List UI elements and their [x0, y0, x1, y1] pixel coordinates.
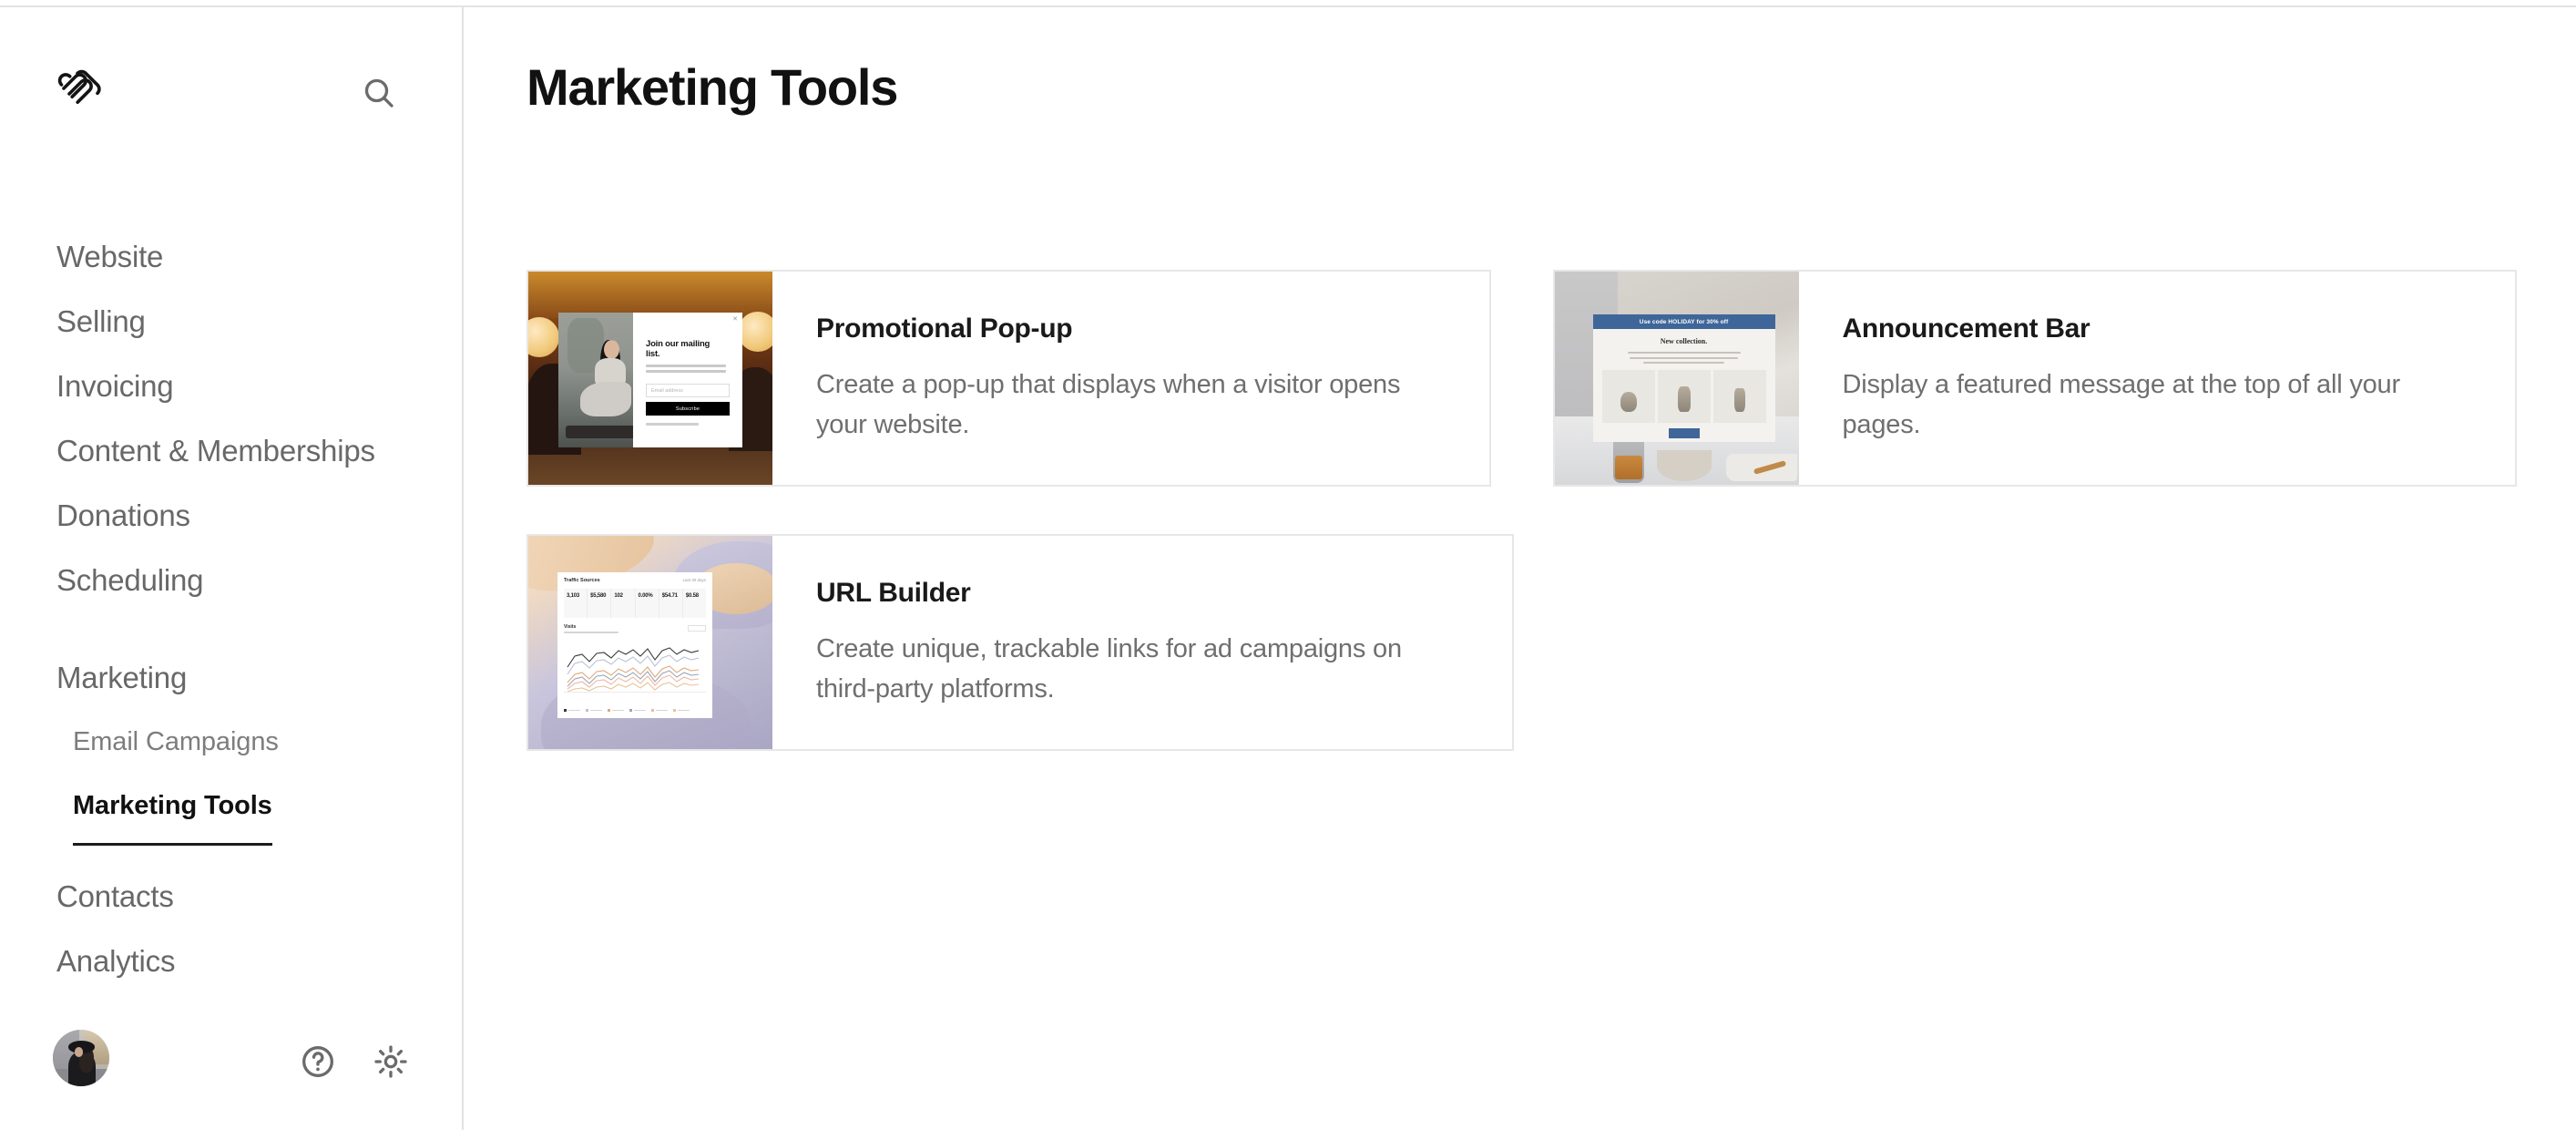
tool-card-title: Announcement Bar — [1842, 313, 2090, 344]
analytics-preview-dropdown — [688, 625, 706, 632]
stat-cell: 0.00% — [636, 589, 659, 618]
avatar[interactable] — [53, 1030, 109, 1086]
sidebar-item-email-campaigns[interactable]: Email Campaigns — [0, 710, 462, 774]
product-tile — [1712, 370, 1766, 423]
sidebar-item-marketing-tools[interactable]: Marketing Tools — [0, 774, 462, 846]
stat-value: 102 — [614, 593, 623, 599]
url-builder-thumbnail: Traffic Sources Last 30 days 3,103 $5,58… — [528, 536, 772, 749]
announcement-bar-thumbnail: Use code HOLIDAY for 30% off New collect… — [1554, 272, 1799, 485]
tool-card-url-builder[interactable]: Traffic Sources Last 30 days 3,103 $5,58… — [526, 534, 1514, 751]
tool-card-title: Promotional Pop-up — [816, 313, 1073, 344]
stat-cell: 3,103 — [564, 589, 588, 618]
tool-card-body: URL Builder Create unique, trackable lin… — [772, 536, 1512, 749]
sidebar-item-content-memberships[interactable]: Content & Memberships — [0, 418, 462, 483]
tool-card-description: Create a pop-up that displays when a vis… — [816, 370, 1401, 439]
gear-icon[interactable] — [364, 1035, 417, 1088]
product-tile — [1601, 370, 1655, 423]
sidebar: Website Selling Invoicing Content & Memb… — [0, 7, 464, 1130]
sidebar-header — [0, 7, 462, 117]
announcement-preview-product-grid — [1601, 370, 1766, 423]
tool-card-announcement-bar[interactable]: Use code HOLIDAY for 30% off New collect… — [1552, 270, 2517, 487]
stat-cell: $54.71 — [659, 589, 683, 618]
stat-cell: $5,580 — [588, 589, 612, 618]
stat-cell: $0.58 — [683, 589, 706, 618]
tool-card-row: Traffic Sources Last 30 days 3,103 $5,58… — [526, 534, 2517, 751]
page-title: Marketing Tools — [526, 58, 898, 116]
analytics-preview-range: Last 30 days — [682, 578, 706, 582]
squarespace-logo-icon[interactable] — [56, 66, 106, 108]
popup-preview-modal: ✕ Join our mailing list. Email address S… — [633, 313, 742, 447]
sidebar-footer — [0, 984, 462, 1130]
product-tile — [1657, 370, 1711, 423]
main-content: Marketing Tools ✕ Join our mailing list.… — [465, 7, 2576, 1130]
popup-preview-close-icon: ✕ — [732, 316, 738, 323]
announcement-preview-heading: New collection. — [1660, 337, 1708, 345]
announcement-preview-bar: Use code HOLIDAY for 30% off — [1592, 314, 1775, 329]
tool-card-promotional-popup[interactable]: ✕ Join our mailing list. Email address S… — [526, 270, 1491, 487]
sidebar-item-marketing-tools-label: Marketing Tools — [73, 774, 272, 846]
tool-card-grid: ✕ Join our mailing list. Email address S… — [526, 270, 2517, 798]
sidebar-primary-nav: Website Selling Invoicing Content & Memb… — [0, 224, 462, 612]
tool-card-title: URL Builder — [816, 578, 971, 608]
sidebar-item-invoicing[interactable]: Invoicing — [0, 354, 462, 418]
stat-value: $0.58 — [685, 593, 699, 599]
sidebar-item-selling[interactable]: Selling — [0, 289, 462, 354]
sidebar-item-website[interactable]: Website — [0, 224, 462, 289]
analytics-preview-panel: Traffic Sources Last 30 days 3,103 $5,58… — [557, 572, 712, 718]
stat-value: $5,580 — [590, 593, 607, 599]
popup-preview-email-field: Email address — [646, 384, 730, 397]
stat-value: $54.71 — [661, 593, 678, 599]
sidebar-lower-nav: Contacts Analytics — [0, 864, 462, 993]
announcement-preview-cta-button — [1668, 428, 1700, 438]
help-icon[interactable] — [291, 1035, 344, 1088]
analytics-preview-title: Traffic Sources — [564, 578, 600, 583]
tool-card-description: Create unique, trackable links for ad ca… — [816, 634, 1402, 704]
tool-card-row: ✕ Join our mailing list. Email address S… — [526, 270, 2517, 487]
analytics-preview-chart — [564, 642, 706, 698]
stat-value: 3,103 — [567, 593, 580, 599]
popup-preview-heading: Join our mailing list. — [646, 339, 710, 359]
stat-value: 0.00% — [638, 593, 653, 599]
analytics-preview-stats: 3,103 $5,580 102 0.00% $54.71 $0.58 — [564, 589, 706, 618]
analytics-preview-section-title: Visits — [564, 624, 577, 630]
popup-preview-email-placeholder: Email address — [651, 388, 683, 394]
popup-preview-subscribe-button: Subscribe — [646, 402, 730, 416]
tool-card-body: Announcement Bar Display a featured mess… — [1799, 272, 2516, 485]
promotional-popup-thumbnail: ✕ Join our mailing list. Email address S… — [528, 272, 772, 485]
analytics-preview-legend — [564, 709, 690, 712]
app-root: Website Selling Invoicing Content & Memb… — [0, 0, 2576, 1130]
announcement-preview-page: Use code HOLIDAY for 30% off New collect… — [1592, 314, 1775, 442]
sidebar-item-scheduling[interactable]: Scheduling — [0, 548, 462, 612]
sidebar-item-donations[interactable]: Donations — [0, 483, 462, 548]
sidebar-marketing-group: Marketing Email Campaigns Marketing Tool… — [0, 645, 462, 846]
sidebar-item-contacts[interactable]: Contacts — [0, 864, 462, 929]
sidebar-item-marketing[interactable]: Marketing — [0, 645, 462, 710]
tool-card-description: Display a featured message at the top of… — [1842, 370, 2401, 439]
stat-cell: 102 — [611, 589, 636, 618]
tool-card-body: Promotional Pop-up Create a pop-up that … — [772, 272, 1489, 485]
search-icon[interactable] — [357, 71, 401, 115]
